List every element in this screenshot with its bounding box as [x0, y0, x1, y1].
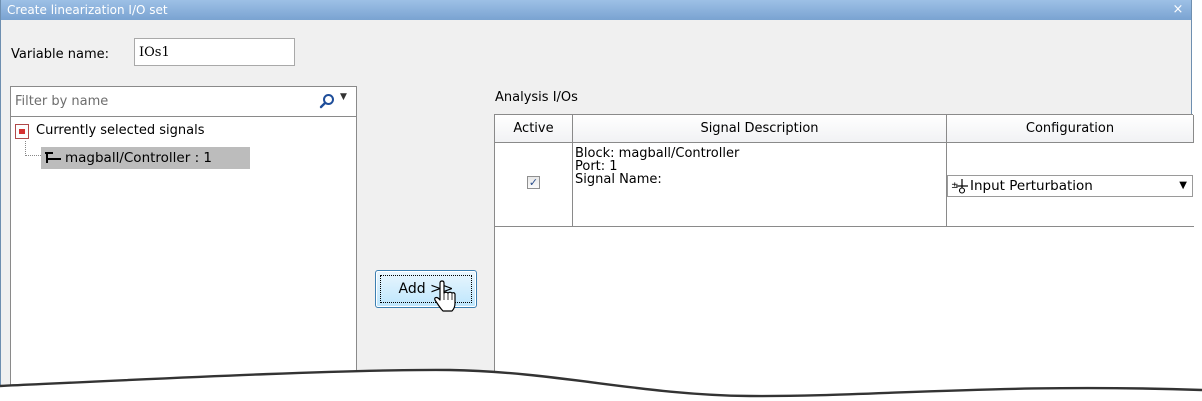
- input-port-icon: [45, 152, 61, 163]
- search-icon[interactable]: [319, 93, 335, 109]
- active-cell: ✓: [495, 143, 573, 226]
- analysis-ios-label: Analysis I/Os: [495, 90, 578, 105]
- chevron-down-icon[interactable]: ▼: [1179, 180, 1187, 191]
- tree-root-label: Currently selected signals: [36, 123, 205, 138]
- configuration-dropdown[interactable]: ± Input Perturbation ▼: [947, 175, 1193, 197]
- signal-browser-panel: ▼ Currently selected signals magball/Con…: [10, 86, 357, 401]
- window-title: Create linearization I/O set: [7, 3, 168, 17]
- tree-item-magball-controller[interactable]: magball/Controller : 1: [41, 147, 250, 169]
- configuration-value: Input Perturbation: [970, 178, 1093, 194]
- configuration-cell: ± Input Perturbation ▼: [947, 143, 1194, 226]
- column-header-configuration[interactable]: Configuration: [947, 115, 1194, 143]
- tree-item-label: magball/Controller : 1: [65, 150, 213, 166]
- add-button[interactable]: Add >>: [375, 270, 477, 308]
- signal-set-icon: [15, 124, 29, 139]
- title-bar[interactable]: Create linearization I/O set ×: [1, 0, 1191, 20]
- variable-name-field[interactable]: [134, 38, 295, 66]
- analysis-io-table: Active Signal Description Configuration …: [494, 114, 1194, 401]
- signal-description-cell: Block: magball/Controller Port: 1 Signal…: [573, 143, 947, 226]
- table-row[interactable]: ✓ Block: magball/Controller Port: 1 Sign…: [495, 143, 1194, 227]
- column-header-signal-description[interactable]: Signal Description: [573, 115, 947, 143]
- description-signal-name-line: Signal Name:: [575, 172, 662, 187]
- hand-cursor-icon: [434, 280, 456, 312]
- close-icon[interactable]: ×: [1171, 0, 1185, 20]
- variable-name-label: Variable name:: [11, 47, 110, 62]
- filter-options-caret-icon[interactable]: ▼: [340, 92, 347, 102]
- filter-row: ▼: [11, 87, 356, 117]
- column-header-active[interactable]: Active: [495, 115, 573, 143]
- filter-input[interactable]: [11, 87, 301, 115]
- description-block-line: Block: magball/Controller: [575, 146, 740, 161]
- input-perturbation-icon: ±: [951, 179, 968, 194]
- active-checkbox[interactable]: ✓: [527, 176, 540, 189]
- dialog-window: Create linearization I/O set × Variable …: [0, 0, 1194, 401]
